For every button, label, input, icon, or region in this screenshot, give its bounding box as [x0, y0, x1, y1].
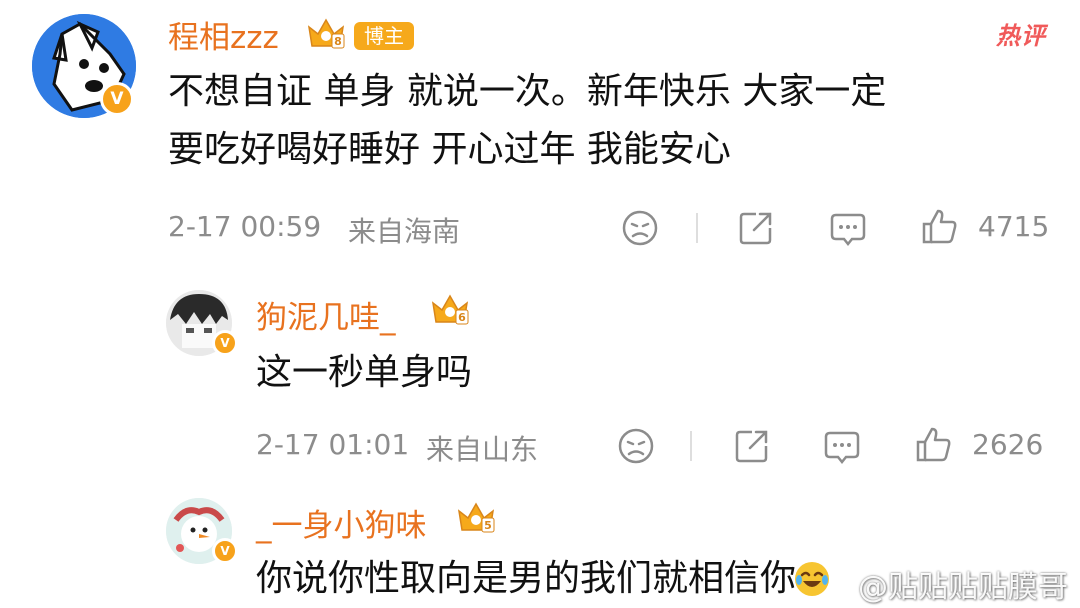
comment-text: 不想自证 单身 就说一次。新年快乐 大家一定 要吃好喝好睡好 开心过年 我能安心: [168, 63, 886, 179]
level-number: 5: [484, 519, 492, 532]
divider: [696, 213, 698, 243]
sad-face-icon[interactable]: [616, 426, 656, 466]
comment-icon[interactable]: [822, 426, 862, 466]
v-verified-icon: V: [212, 330, 238, 356]
thumbs-up-icon[interactable]: [920, 206, 960, 246]
sad-face-icon[interactable]: [620, 208, 660, 248]
comment-text-row: 你说你性取向是男的我们就相信你: [256, 550, 832, 608]
reply-item: V 狗泥几哇_ 6 这一秒单身吗 2-17 01:01 来自山东 2626: [0, 270, 1080, 480]
comment-text: 你说你性取向是男的我们就相信你: [256, 558, 797, 599]
level-number: 8: [334, 35, 342, 48]
v-verified-icon: V: [212, 538, 238, 564]
username[interactable]: _一身小狗味: [256, 500, 427, 545]
level-number: 6: [458, 311, 466, 324]
username[interactable]: 狗泥几哇_: [256, 292, 396, 337]
crown-level-icon: 8: [307, 18, 345, 49]
comment-main: V 程相zzz 8 博主 热评 不想自证 单身 就说一次。新年快乐 大家一定 要…: [0, 0, 1080, 270]
crown-level-icon: 6: [431, 294, 469, 325]
like-count: 2626: [972, 428, 1044, 461]
hot-comment-label: 热评: [996, 22, 1046, 50]
username[interactable]: 程相zzz: [168, 12, 279, 57]
comment-text-line: 不想自证 单身 就说一次。新年快乐 大家一定: [168, 71, 887, 112]
divider: [690, 431, 692, 461]
comment-text-line: 要吃好喝好睡好 开心过年 我能安心: [168, 129, 731, 170]
share-icon[interactable]: [732, 426, 772, 466]
blogger-tag: 博主: [354, 22, 414, 50]
comment-time: 2-17 01:01: [256, 428, 410, 461]
watermark: @贴贴贴贴膜哥: [858, 570, 1068, 605]
share-icon[interactable]: [736, 208, 776, 248]
laughing-crying-emoji-icon: [795, 562, 830, 596]
v-verified-icon: V: [100, 82, 134, 116]
comment-icon[interactable]: [828, 208, 868, 248]
comment-time: 2-17 00:59: [168, 210, 322, 243]
crown-level-icon: 5: [457, 502, 495, 533]
like-count: 4715: [978, 210, 1050, 243]
comment-location: 来自海南: [348, 215, 461, 248]
comment-location: 来自山东: [426, 433, 539, 466]
comment-text: 这一秒单身吗: [256, 352, 473, 393]
thumbs-up-icon[interactable]: [914, 424, 954, 464]
